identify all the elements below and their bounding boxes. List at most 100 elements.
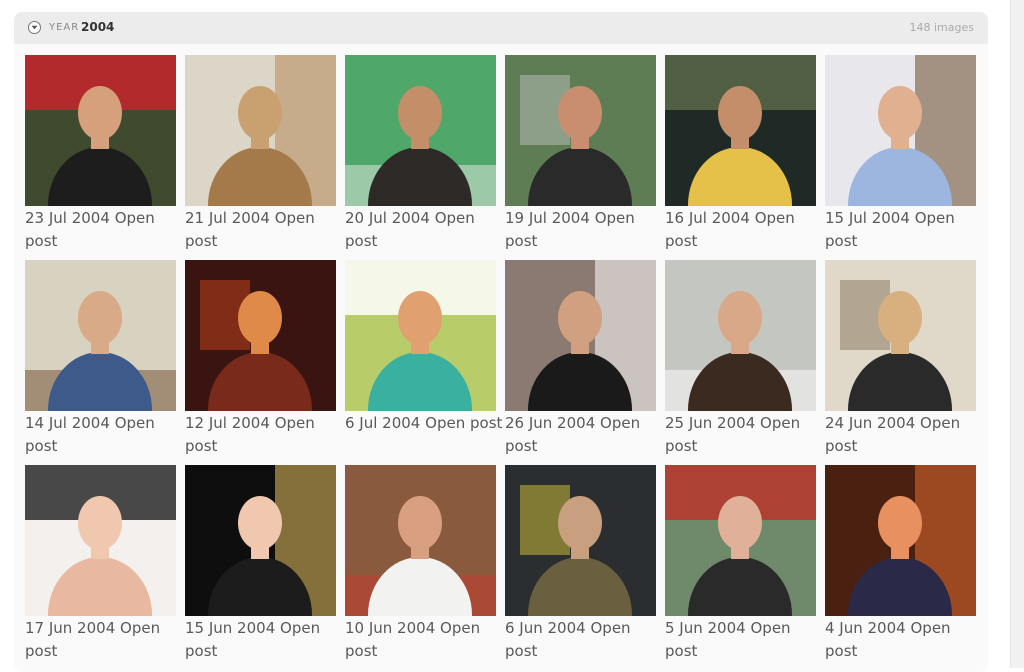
post-thumbnail[interactable] — [505, 55, 656, 206]
page-scrollbar[interactable] — [1010, 0, 1024, 668]
post-card[interactable]: 26 Jun 2004 Open post — [505, 260, 656, 458]
post-caption: 6 Jun 2004 Open post — [505, 617, 665, 663]
post-caption: 14 Jul 2004 Open post — [25, 412, 185, 458]
photo-image — [665, 465, 816, 616]
open-post-link[interactable]: Open — [275, 414, 315, 432]
post-link-text[interactable]: post — [505, 232, 537, 250]
post-date: 26 Jun 2004 — [505, 414, 596, 432]
post-card[interactable]: 20 Jul 2004 Open post — [345, 55, 496, 253]
post-card[interactable]: 23 Jul 2004 Open post — [25, 55, 176, 253]
post-card[interactable]: 24 Jun 2004 Open post — [825, 260, 976, 458]
post-thumbnail[interactable] — [665, 465, 816, 616]
open-post-link[interactable]: Open — [590, 619, 630, 637]
post-date: 21 Jul 2004 — [185, 209, 270, 227]
post-card[interactable]: 21 Jul 2004 Open post — [185, 55, 336, 253]
post-card[interactable]: 16 Jul 2004 Open post — [665, 55, 816, 253]
post-link-text[interactable]: post — [185, 232, 217, 250]
photo-image — [345, 260, 496, 411]
post-caption: 25 Jun 2004 Open post — [665, 412, 825, 458]
post-date: 24 Jun 2004 — [825, 414, 916, 432]
open-post-link[interactable]: Open — [115, 414, 155, 432]
chevron-down-icon — [31, 25, 38, 30]
post-card[interactable]: 6 Jul 2004 Open post — [345, 260, 502, 458]
post-thumbnail[interactable] — [185, 465, 336, 616]
open-post-link[interactable]: Open — [600, 414, 640, 432]
post-thumbnail[interactable] — [505, 260, 656, 411]
post-thumbnail[interactable] — [345, 465, 496, 616]
photo-image — [25, 55, 176, 206]
post-thumbnail[interactable] — [665, 55, 816, 206]
post-link-text[interactable]: post — [825, 437, 857, 455]
post-link-text[interactable]: post — [345, 232, 377, 250]
post-thumbnail[interactable] — [825, 465, 976, 616]
post-link-text[interactable]: post — [825, 642, 857, 660]
open-post-link[interactable]: Open — [760, 414, 800, 432]
open-post-link[interactable]: Open — [425, 414, 465, 432]
post-link-text[interactable]: post — [825, 232, 857, 250]
post-card[interactable]: 10 Jun 2004 Open post — [345, 465, 496, 663]
post-card[interactable]: 6 Jun 2004 Open post — [505, 465, 656, 663]
post-card[interactable]: 14 Jul 2004 Open post — [25, 260, 176, 458]
post-caption: 12 Jul 2004 Open post — [185, 412, 345, 458]
photo-image — [345, 55, 496, 206]
post-date: 6 Jun 2004 — [505, 619, 586, 637]
post-thumbnail[interactable] — [25, 55, 176, 206]
open-post-link[interactable]: Open — [915, 209, 955, 227]
open-post-link[interactable]: Open — [120, 619, 160, 637]
open-post-link[interactable]: Open — [910, 619, 950, 637]
open-post-link[interactable]: Open — [920, 414, 960, 432]
post-thumbnail[interactable] — [345, 55, 496, 206]
post-caption: 21 Jul 2004 Open post — [185, 207, 345, 253]
post-link-text[interactable]: post — [25, 642, 57, 660]
post-thumbnail[interactable] — [825, 260, 976, 411]
post-link-text[interactable]: post — [25, 437, 57, 455]
post-thumbnail[interactable] — [345, 260, 496, 411]
open-post-link[interactable]: Open — [115, 209, 155, 227]
post-caption: 4 Jun 2004 Open post — [825, 617, 985, 663]
post-link-text[interactable]: post — [185, 437, 217, 455]
post-card[interactable]: 15 Jun 2004 Open post — [185, 465, 336, 663]
post-card[interactable]: 12 Jul 2004 Open post — [185, 260, 336, 458]
post-thumbnail[interactable] — [185, 55, 336, 206]
photo-image — [505, 465, 656, 616]
post-caption: 23 Jul 2004 Open post — [25, 207, 185, 253]
open-post-link[interactable]: Open — [435, 209, 475, 227]
post-thumbnail[interactable] — [505, 465, 656, 616]
post-caption: 10 Jun 2004 Open post — [345, 617, 505, 663]
open-post-link[interactable]: Open — [280, 619, 320, 637]
post-card[interactable]: 17 Jun 2004 Open post — [25, 465, 176, 663]
post-link-text[interactable]: post — [665, 642, 697, 660]
year-section: YEAR 2004 148 images 23 Jul 2004 Open po… — [14, 12, 988, 672]
open-post-link[interactable]: Open — [440, 619, 480, 637]
post-link-text[interactable]: post — [505, 642, 537, 660]
post-thumbnail[interactable] — [25, 465, 176, 616]
post-date: 23 Jul 2004 — [25, 209, 110, 227]
open-post-link[interactable]: Open — [755, 209, 795, 227]
post-thumbnail[interactable] — [825, 55, 976, 206]
post-link-text[interactable]: post — [665, 437, 697, 455]
post-thumbnail[interactable] — [25, 260, 176, 411]
photo-image — [185, 465, 336, 616]
year-header[interactable]: YEAR 2004 148 images — [14, 12, 988, 44]
post-card[interactable]: 25 Jun 2004 Open post — [665, 260, 816, 458]
open-post-link[interactable]: Open — [595, 209, 635, 227]
collapse-toggle-button[interactable] — [28, 21, 41, 34]
post-link-text[interactable]: post — [25, 232, 57, 250]
post-link-text[interactable]: post — [505, 437, 537, 455]
post-link-text[interactable]: post — [185, 642, 217, 660]
open-post-link[interactable]: Open — [275, 209, 315, 227]
post-link-text[interactable]: post — [665, 232, 697, 250]
open-post-link[interactable]: Open — [750, 619, 790, 637]
post-link-text[interactable]: post — [470, 414, 502, 432]
post-card[interactable]: 5 Jun 2004 Open post — [665, 465, 816, 663]
post-card[interactable]: 15 Jul 2004 Open post — [825, 55, 976, 253]
post-card[interactable]: 4 Jun 2004 Open post — [825, 465, 976, 663]
post-date: 12 Jul 2004 — [185, 414, 270, 432]
post-date: 10 Jun 2004 — [345, 619, 436, 637]
post-card[interactable]: 19 Jul 2004 Open post — [505, 55, 656, 253]
post-link-text[interactable]: post — [345, 642, 377, 660]
photo-image — [25, 260, 176, 411]
photo-image — [505, 55, 656, 206]
post-thumbnail[interactable] — [185, 260, 336, 411]
post-thumbnail[interactable] — [665, 260, 816, 411]
